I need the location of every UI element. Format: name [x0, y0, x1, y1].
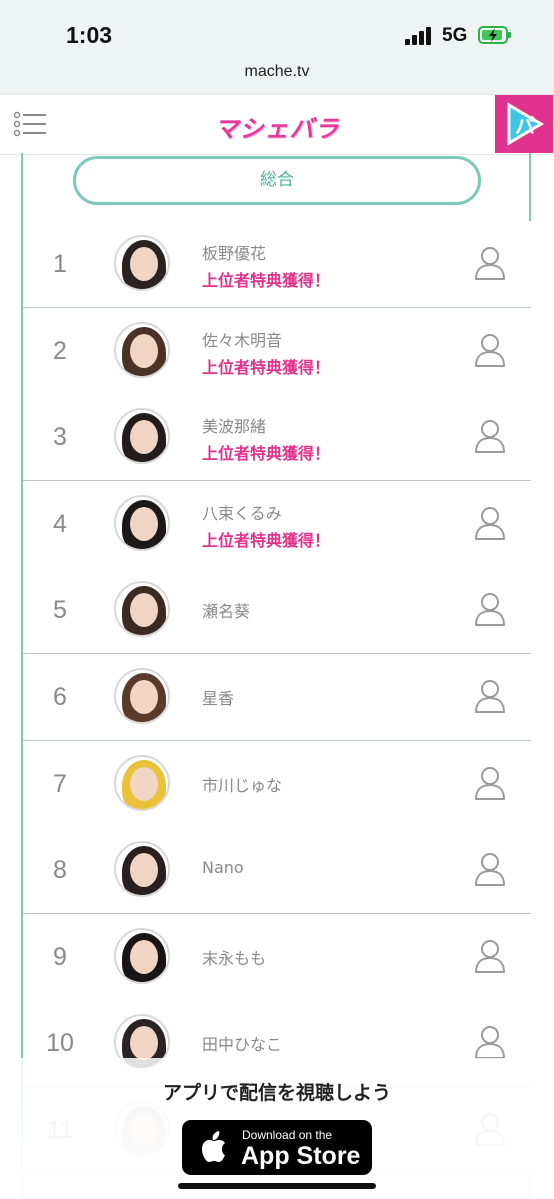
appstore-big-text: App Store [241, 1142, 361, 1170]
rank-number: 1 [53, 250, 67, 278]
site-header: マシェバラ パ [0, 94, 554, 155]
perk-label: 上位者特典獲得！ [202, 444, 331, 464]
user-icon[interactable] [473, 418, 507, 454]
tab-overall[interactable]: 総合 [73, 156, 481, 205]
url-text: mache.tv [244, 63, 310, 80]
user-icon[interactable] [473, 245, 507, 281]
performer-name: 市川じゅな [202, 775, 283, 795]
site-logo[interactable]: マシェバラ [0, 109, 554, 144]
status-bar: 1:03 5G [0, 0, 554, 60]
avatar [114, 408, 170, 465]
performer-name: 板野優花 [202, 244, 267, 263]
avatar [114, 235, 170, 291]
ranking-row[interactable]: 3 美波那緒上位者特典獲得！ [23, 394, 531, 482]
ranking-row[interactable]: 8 Nano [23, 827, 531, 915]
user-icon[interactable] [473, 851, 507, 887]
battery-icon [478, 26, 511, 44]
app-badge[interactable]: パ [495, 95, 553, 153]
ranking-row[interactable]: 1 板野優花上位者特典獲得！ [23, 221, 531, 308]
signal-icon [405, 27, 435, 45]
user-icon[interactable] [473, 1024, 507, 1060]
rank-number: 4 [53, 509, 67, 538]
avatar [114, 841, 170, 898]
avatar [114, 754, 170, 811]
performer-name: 末永もも [202, 948, 267, 968]
performer-name: Nano [202, 858, 244, 878]
rank-number: 3 [53, 423, 67, 452]
user-icon[interactable] [473, 505, 507, 541]
ranking-row[interactable]: 4 八束くるみ上位者特典獲得！ [23, 480, 531, 568]
rank-number: 7 [53, 769, 67, 798]
avatar [114, 494, 170, 551]
apple-icon [202, 1131, 225, 1162]
avatar [114, 927, 170, 984]
performer-name: 佐々木明音 [202, 330, 283, 350]
rank-number: 8 [53, 856, 67, 885]
ranking-row[interactable]: 2 佐々木明音上位者特典獲得！ [23, 307, 531, 395]
perk-label: 上位者特典獲得！ [202, 357, 331, 377]
app-logo-icon: パ [507, 102, 544, 146]
performer-name: 美波那緒 [202, 417, 267, 437]
rank-number: 5 [53, 596, 67, 625]
url-bar[interactable]: mache.tv [0, 60, 554, 94]
rank-number: 2 [53, 336, 67, 365]
ranking-row[interactable]: 6 星香 [23, 654, 531, 741]
user-icon[interactable] [473, 938, 507, 974]
ranking-row[interactable]: 7 市川じゅな [23, 740, 531, 828]
rank-number: 9 [53, 942, 67, 971]
ranking-row[interactable]: 5 瀬名葵 [23, 567, 531, 655]
appstore-small-text: Download on the [242, 1128, 333, 1142]
network-label: 5G [442, 25, 468, 46]
user-icon[interactable] [473, 765, 507, 801]
avatar [114, 668, 170, 724]
ranking-row[interactable]: 9 末永もも [23, 913, 531, 1001]
perk-label: 上位者特典獲得！ [202, 530, 331, 550]
performer-name: 田中ひなこ [202, 1035, 283, 1055]
performer-name: 瀬名葵 [202, 602, 251, 622]
avatar [114, 321, 170, 378]
app-store-button[interactable]: Download on the App Store [182, 1120, 372, 1175]
status-time: 1:03 [66, 22, 113, 48]
svg-text:パ: パ [515, 114, 535, 138]
user-icon[interactable] [473, 591, 507, 627]
performer-name: 八束くるみ [202, 503, 282, 523]
perk-label: 上位者特典獲得！ [202, 271, 331, 290]
promo-text: アプリで配信を視聴しよう [162, 1082, 391, 1104]
performer-name: 星香 [202, 689, 235, 708]
user-icon[interactable] [473, 678, 507, 714]
home-indicator [178, 1183, 376, 1189]
user-icon[interactable] [473, 332, 507, 368]
rank-number: 6 [53, 683, 67, 711]
avatar [114, 581, 170, 638]
